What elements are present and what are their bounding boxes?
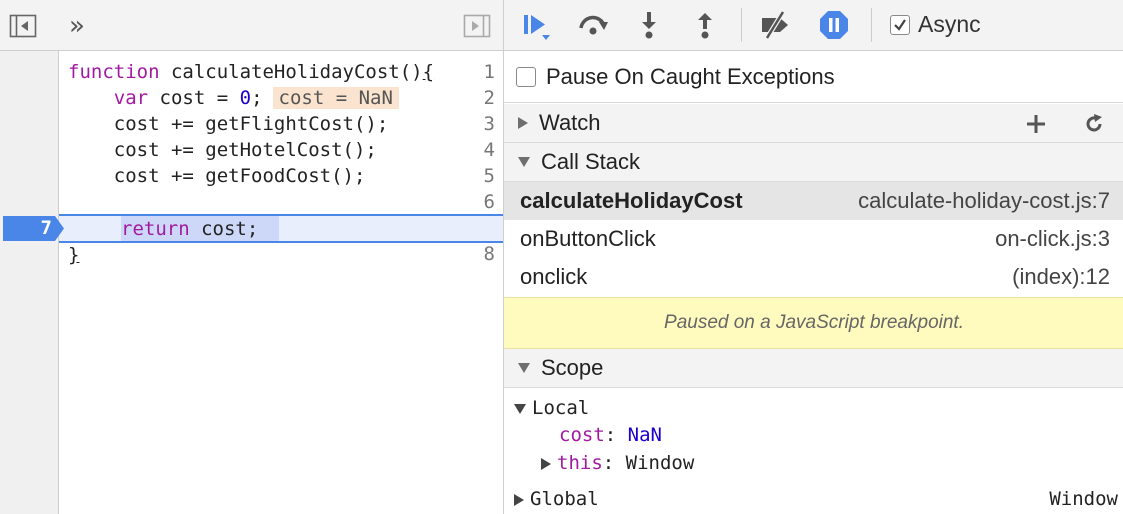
show-navigator-icon[interactable] bbox=[8, 11, 38, 41]
code-line-7: return cost; bbox=[121, 218, 259, 240]
expanded-arrow-icon bbox=[514, 403, 526, 414]
scope-title: Scope bbox=[541, 355, 604, 380]
breakpoint-line-number: 7 bbox=[40, 217, 52, 239]
step-out-icon[interactable] bbox=[688, 8, 722, 42]
variable-name: this bbox=[557, 452, 603, 474]
debugger-toolbar: Async bbox=[504, 0, 1123, 51]
collapsed-arrow-icon bbox=[541, 457, 551, 470]
toolbar-separator bbox=[871, 8, 872, 42]
expanded-arrow-icon bbox=[518, 363, 530, 373]
watch-section-header[interactable]: Watch bbox=[504, 104, 1123, 143]
code-line-4: cost += getHotelCost(); bbox=[68, 139, 377, 161]
hide-debugger-icon[interactable] bbox=[462, 11, 492, 41]
pause-on-caught-checkbox[interactable] bbox=[516, 66, 536, 87]
step-over-icon[interactable] bbox=[576, 8, 610, 42]
code-line-3: cost += getFlightCost(); bbox=[68, 113, 389, 135]
expanded-arrow-icon bbox=[518, 157, 530, 167]
frame-location-link[interactable]: on-click.js:3 bbox=[995, 226, 1110, 252]
frame-location-link[interactable]: (index):12 bbox=[1012, 264, 1110, 290]
line-number[interactable]: 8 bbox=[455, 241, 495, 267]
refresh-watch-icon[interactable] bbox=[1080, 110, 1108, 138]
code-line-5: cost += getFoodCost(); bbox=[68, 165, 366, 187]
deactivate-breakpoints-icon[interactable] bbox=[758, 8, 792, 42]
frame-function-name: onclick bbox=[520, 264, 588, 289]
debugger-sidebar: Async Pause On Caught Exceptions Watch C… bbox=[503, 0, 1123, 514]
pause-on-exceptions-icon[interactable] bbox=[817, 8, 851, 42]
scope-local-label: Local bbox=[532, 397, 590, 419]
line-number[interactable]: 6 bbox=[455, 189, 495, 215]
scope-variable-row[interactable]: cost: NaN bbox=[504, 421, 1123, 449]
async-toggle[interactable]: Async bbox=[890, 11, 981, 38]
scope-global-label: Global bbox=[530, 488, 599, 510]
pause-on-caught-exceptions[interactable]: Pause On Caught Exceptions bbox=[504, 51, 1123, 103]
collapsed-arrow-icon bbox=[518, 117, 528, 129]
line-number[interactable]: 1 bbox=[455, 59, 495, 85]
watch-title: Watch bbox=[539, 110, 601, 135]
scope-section-header[interactable]: Scope bbox=[504, 349, 1123, 388]
pause-on-caught-label: Pause On Caught Exceptions bbox=[546, 63, 835, 89]
breakpoint-marker[interactable]: 7 bbox=[3, 216, 64, 241]
async-checkbox[interactable] bbox=[890, 14, 910, 35]
toolbar-separator bbox=[741, 8, 742, 42]
line-number[interactable]: 3 bbox=[455, 111, 495, 137]
scope-local-node[interactable]: Local bbox=[504, 394, 1123, 422]
call-stack-title: Call Stack bbox=[541, 149, 641, 174]
call-frame-selected[interactable]: calculateHolidayCost calculate-holiday-c… bbox=[504, 182, 1123, 220]
call-frame[interactable]: onButtonClick on-click.js:3 bbox=[504, 220, 1123, 258]
line-number-gutter[interactable] bbox=[0, 51, 59, 514]
code-line-8: } bbox=[68, 244, 80, 266]
code-line-1: function calculateHolidayCost(){ bbox=[68, 61, 435, 83]
call-stack-section-header[interactable]: Call Stack bbox=[504, 143, 1123, 182]
frame-location-link[interactable]: calculate-holiday-cost.js:7 bbox=[858, 188, 1110, 214]
frame-function-name: calculateHolidayCost bbox=[520, 188, 743, 213]
scope-global-node[interactable]: Global Window bbox=[504, 485, 1123, 513]
async-label: Async bbox=[918, 11, 981, 37]
variable-value: Window bbox=[625, 452, 695, 474]
scope-global-value: Window bbox=[1049, 488, 1118, 510]
source-toolbar: » bbox=[0, 0, 503, 51]
resume-icon[interactable] bbox=[520, 8, 554, 42]
line-number[interactable]: 2 bbox=[455, 85, 495, 111]
line-number[interactable]: 5 bbox=[455, 163, 495, 189]
line-number[interactable]: 4 bbox=[455, 137, 495, 163]
add-watch-icon[interactable] bbox=[1022, 110, 1050, 138]
frame-function-name: onButtonClick bbox=[520, 226, 656, 251]
variable-value: NaN bbox=[627, 424, 662, 446]
paused-status-message: Paused on a JavaScript breakpoint. bbox=[504, 297, 1123, 349]
call-frame[interactable]: onclick (index):12 bbox=[504, 258, 1123, 296]
step-into-icon[interactable] bbox=[632, 8, 666, 42]
code-line-2: var cost = 0; cost = NaN bbox=[68, 85, 399, 111]
source-pane: » 1 2 3 4 5 6 8 7 function calculateHoli… bbox=[0, 0, 503, 514]
scope-variable-row[interactable]: this: Window bbox=[504, 449, 1123, 477]
variable-name: cost bbox=[559, 424, 605, 446]
inline-variable-value: cost = NaN bbox=[272, 87, 399, 109]
collapsed-arrow-icon bbox=[514, 493, 524, 506]
more-tabs-icon[interactable]: » bbox=[62, 11, 92, 41]
